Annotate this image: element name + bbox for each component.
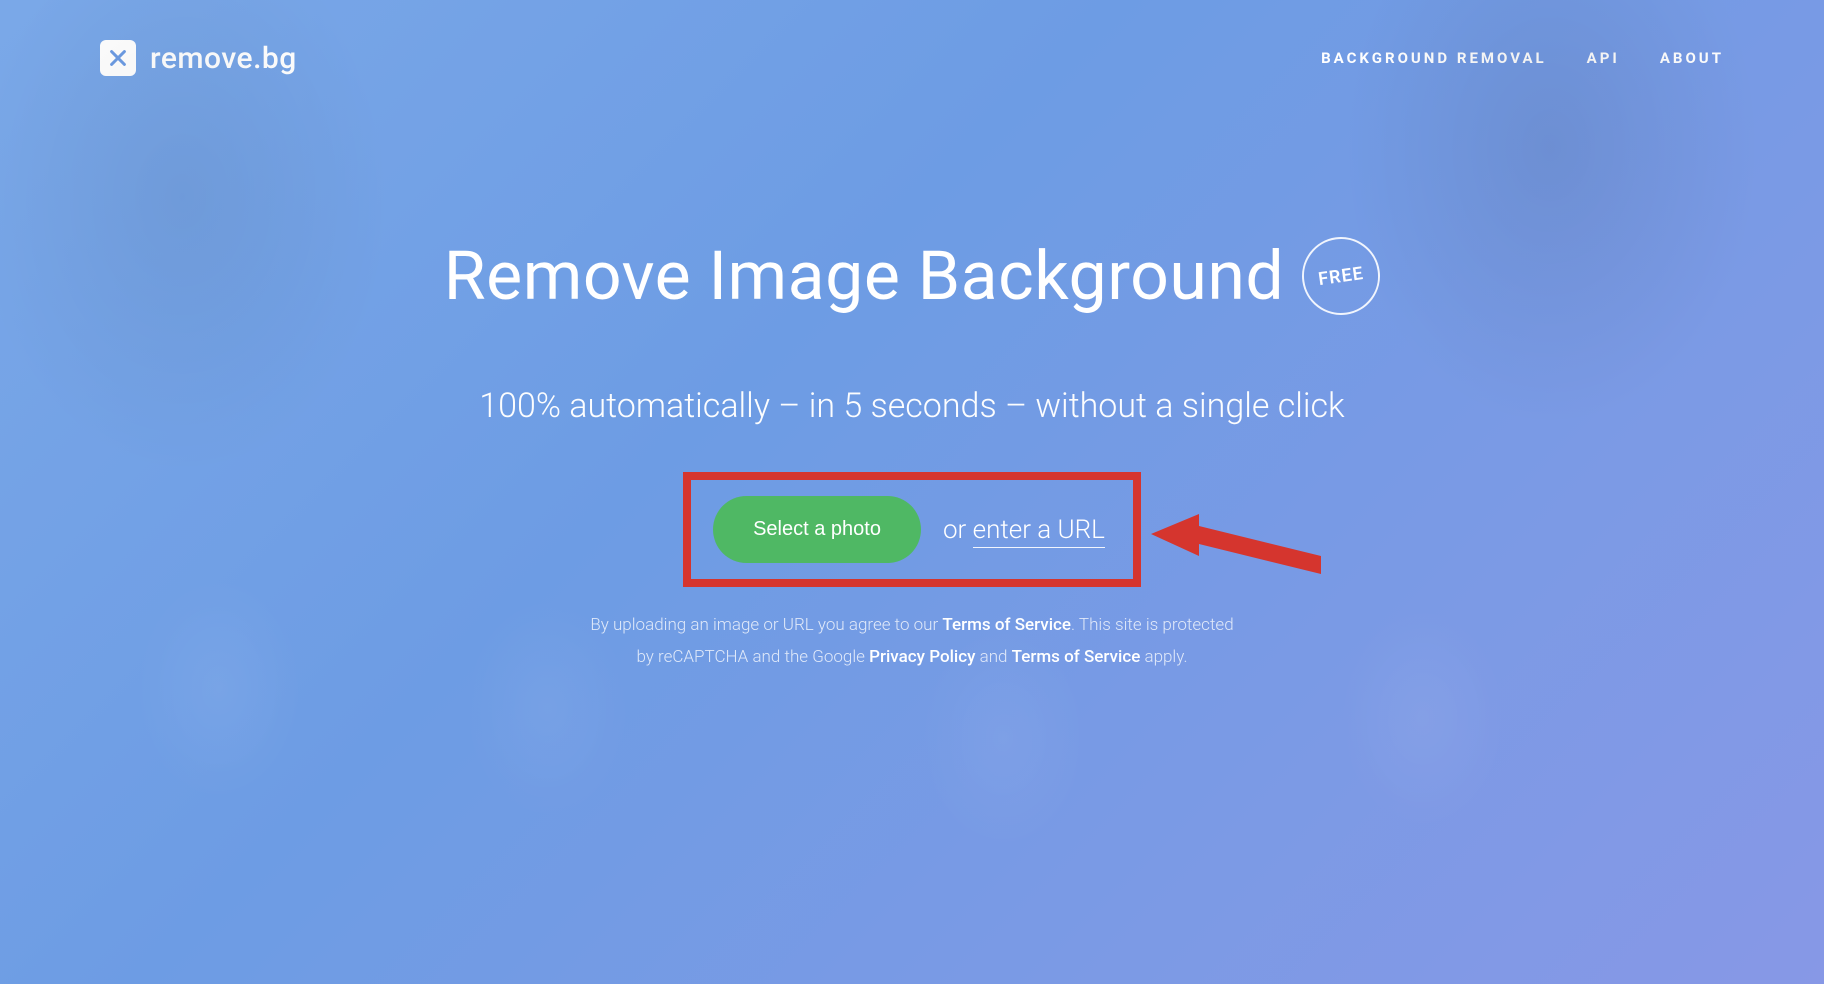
select-photo-button[interactable]: Select a photo <box>713 496 921 563</box>
terms-of-service-link-2[interactable]: Terms of Service <box>1012 647 1141 667</box>
legal-text: By uploading an image or URL you agree t… <box>0 609 1824 674</box>
title-row: Remove Image Background FREE <box>444 236 1381 316</box>
legal-part1: By uploading an image or URL you agree t… <box>590 615 942 635</box>
logo-icon <box>100 40 136 76</box>
subtitle: 100% automatically – in 5 seconds – with… <box>0 386 1824 426</box>
x-icon <box>107 47 129 69</box>
hero: Remove Image Background FREE 100% automa… <box>0 236 1824 674</box>
nav-api[interactable]: API <box>1587 49 1620 67</box>
logo[interactable]: remove.bg <box>100 40 297 76</box>
terms-of-service-link[interactable]: Terms of Service <box>942 615 1071 635</box>
main-nav: BACKGROUND REMOVAL API ABOUT <box>1321 49 1724 67</box>
or-text: or <box>943 515 973 545</box>
cta-zone: Select a photo or enter a URL <box>683 472 1141 587</box>
legal-apply: apply. <box>1140 647 1187 667</box>
nav-about[interactable]: ABOUT <box>1660 49 1724 67</box>
legal-part2: . This site is protected <box>1071 615 1234 635</box>
header: remove.bg BACKGROUND REMOVAL API ABOUT <box>0 0 1824 76</box>
legal-and: and <box>975 647 1011 667</box>
privacy-policy-link[interactable]: Privacy Policy <box>869 647 975 667</box>
page-title: Remove Image Background <box>444 236 1285 316</box>
enter-url-link[interactable]: enter a URL <box>973 515 1105 548</box>
url-entry-text: or enter a URL <box>943 515 1105 545</box>
annotation-arrow-icon <box>1151 514 1331 604</box>
legal-part3: by reCAPTCHA and the Google <box>636 647 869 667</box>
nav-background-removal[interactable]: BACKGROUND REMOVAL <box>1321 49 1547 67</box>
free-badge: FREE <box>1297 232 1385 320</box>
annotation-highlight-box: Select a photo or enter a URL <box>683 472 1141 587</box>
brand-text: remove.bg <box>150 41 297 76</box>
